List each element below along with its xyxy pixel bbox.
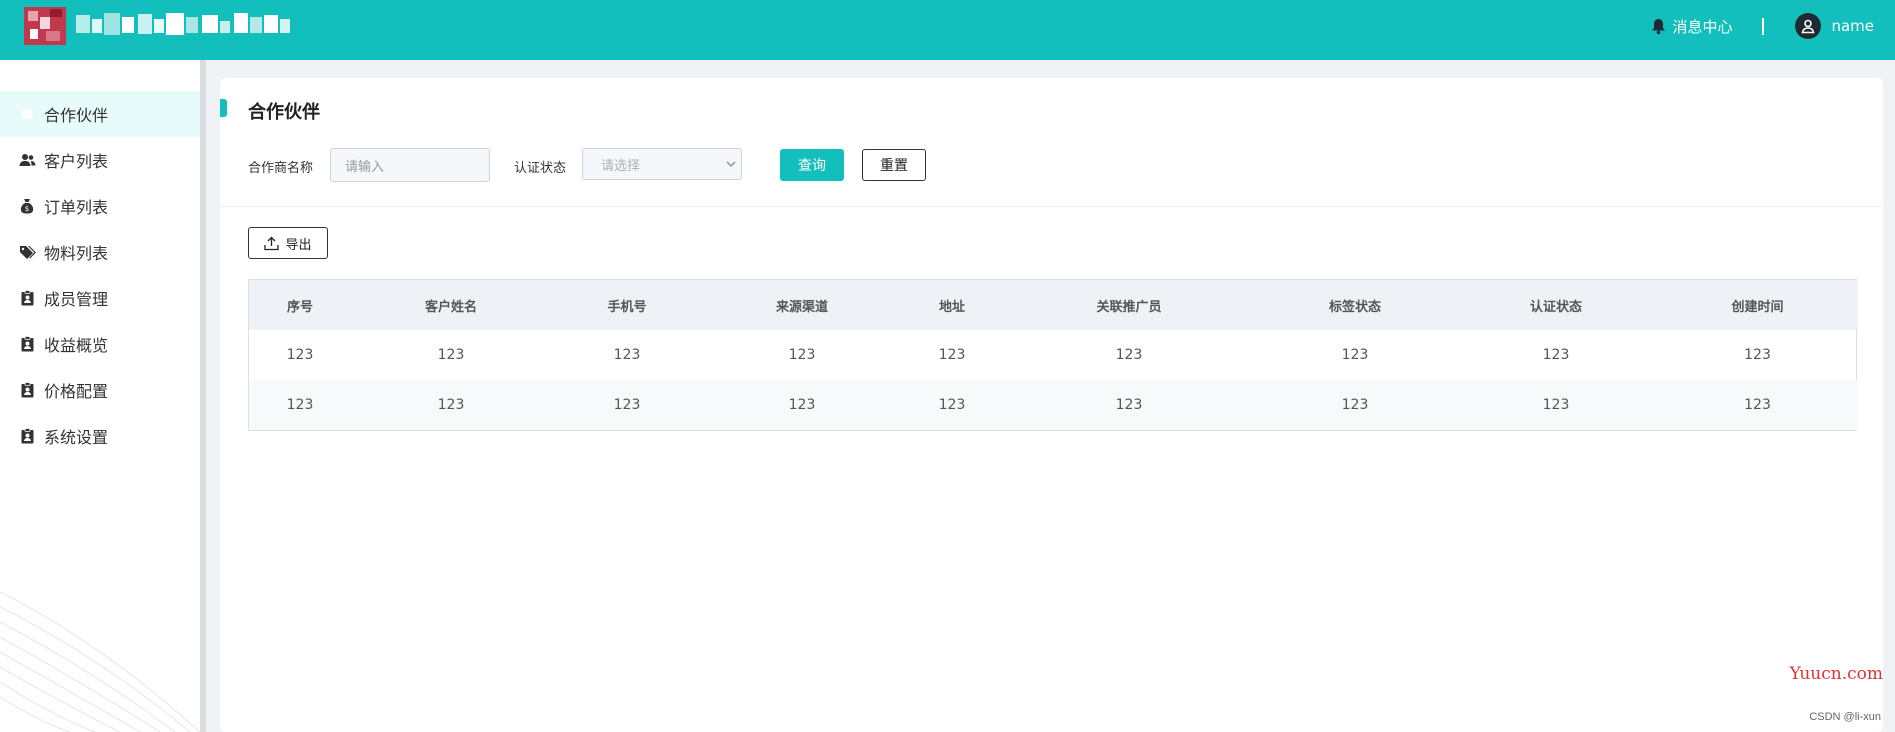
table-row[interactable]: 123 123 123 123 123 123 123 123 123 [249,380,1858,430]
clipboard-user-icon [18,336,36,352]
sidebar-item-label: 订单列表 [44,198,109,217]
user-name[interactable]: name [1831,17,1874,35]
table-cell: 123 [613,397,641,413]
logo [24,7,66,45]
sidebar-item-label: 成员管理 [44,290,109,309]
user-avatar-icon[interactable] [1795,13,1822,39]
table-row[interactable]: 123 123 123 123 123 123 123 123 123 [249,330,1858,380]
partner-name-input[interactable]: 请输入 [330,148,490,182]
watermark: Yuucn.com [1789,664,1883,684]
column-header: 标签状态 [1328,299,1381,315]
sidebar-menu: 合作伙伴 客户列表 $ 订单列表 物料列表 成员管理 收益概览 价格配置 系统设… [0,91,200,459]
table-cell: 123 [938,347,966,363]
message-center-link[interactable]: 消息中心 [1672,16,1732,37]
status-label: 认证状态 [514,161,567,176]
sidebar-item-label: 系统设置 [44,428,109,447]
table-cell: 123 [788,397,816,413]
sidebar-item-materials[interactable]: 物料列表 [0,229,200,275]
csdn-credit: CSDN @li-xun [1809,711,1881,723]
table-cell: 123 [1744,347,1771,363]
sidebar-decoration [0,591,200,732]
partner-name-placeholder: 请输入 [345,159,385,175]
column-header: 地址 [938,299,965,315]
column-header: 创建时间 [1731,299,1784,315]
filter-bar: 合作商名称 请输入 认证状态 请选择 查询 重置 [248,148,1878,182]
column-header: 序号 [286,299,313,315]
brand-name-blurred [76,13,290,35]
table-cell: 123 [286,397,314,413]
sidebar-item-label: 客户列表 [44,152,109,171]
sidebar-item-pricing[interactable]: 价格配置 [0,367,200,413]
column-header: 关联推广员 [1096,299,1162,315]
table-cell: 123 [1115,397,1143,413]
sidebar-item-customers[interactable]: 客户列表 [0,137,200,183]
table-cell: 123 [1115,347,1143,363]
section-divider [220,206,1883,207]
data-table: 序号 客户姓名 手机号 来源渠道 地址 关联推广员 标签状态 认证状态 创建时间… [248,279,1858,431]
tags-icon [18,244,36,260]
sidebar-item-orders[interactable]: $ 订单列表 [0,183,200,229]
table-cell: 123 [1542,397,1570,413]
upload-icon [264,236,280,250]
table-cell: 123 [1341,397,1369,413]
partner-icon [18,106,36,122]
reset-button[interactable]: 重置 [862,149,926,181]
table-cell: 123 [938,397,966,413]
column-header: 来源渠道 [775,299,828,315]
main-card: 合作伙伴 合作商名称 请输入 认证状态 请选择 查询 重置 导出 序号 客户姓名… [220,78,1883,732]
sidebar-item-label: 合作伙伴 [44,106,109,125]
table-cell: 123 [788,347,816,363]
sidebar-item-settings[interactable]: 系统设置 [0,413,200,459]
header-actions: 消息中心 name [1651,0,1874,52]
column-header: 手机号 [607,299,647,315]
sidebar: 合作伙伴 客户列表 $ 订单列表 物料列表 成员管理 收益概览 价格配置 系统设… [0,60,200,732]
table-cell: 123 [1542,347,1570,363]
table-cell: 123 [1341,347,1369,363]
sidebar-item-partners[interactable]: 合作伙伴 [0,91,200,137]
header-divider [1762,17,1765,35]
query-button[interactable]: 查询 [780,149,844,181]
column-header: 认证状态 [1529,299,1582,315]
table-header-row: 序号 客户姓名 手机号 来源渠道 地址 关联推广员 标签状态 认证状态 创建时间 [249,280,1858,330]
page-title: 合作伙伴 [248,102,320,123]
sidebar-item-label: 物料列表 [44,244,109,263]
title-accent-bar [220,99,227,117]
money-bag-icon: $ [18,198,36,214]
sidebar-item-earnings[interactable]: 收益概览 [0,321,200,367]
users-icon [18,152,36,168]
status-select[interactable]: 请选择 [582,148,742,180]
table-cell: 123 [1744,397,1771,413]
clipboard-user-icon [18,290,36,306]
sidebar-scrollbar[interactable] [200,60,206,732]
chevron-down-icon [726,161,736,167]
top-header: 消息中心 name [0,0,1895,60]
export-label: 导出 [285,237,312,253]
column-header: 客户姓名 [424,299,477,315]
clipboard-user-icon [18,428,36,444]
table-cell: 123 [613,347,641,363]
sidebar-item-label: 价格配置 [44,382,109,401]
partner-name-label: 合作商名称 [248,161,314,176]
sidebar-item-label: 收益概览 [44,336,109,355]
table-cell: 123 [437,347,465,363]
export-button[interactable]: 导出 [248,227,328,259]
status-placeholder: 请选择 [601,158,641,174]
svg-text:$: $ [25,205,29,213]
bell-icon[interactable] [1651,18,1666,35]
table-cell: 123 [437,397,465,413]
clipboard-user-icon [18,382,36,398]
table-cell: 123 [286,347,314,363]
sidebar-item-members[interactable]: 成员管理 [0,275,200,321]
